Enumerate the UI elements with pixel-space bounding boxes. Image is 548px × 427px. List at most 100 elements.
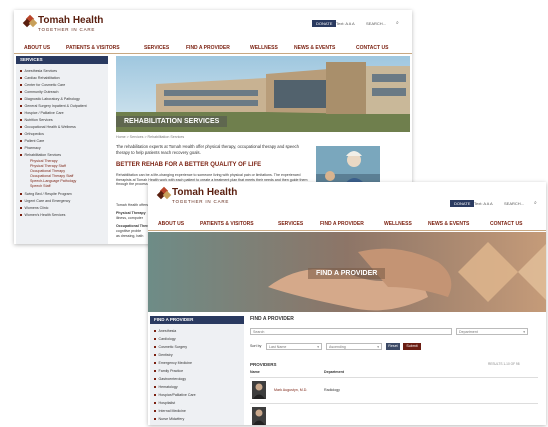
- header: Tomah Health TOGETHER IN CARE DONATE Tex…: [14, 10, 412, 42]
- search-input[interactable]: SEARCH...: [504, 201, 524, 206]
- hero-building-photo: REHABILITATION SERVICES: [116, 56, 410, 132]
- sidebar-item[interactable]: Cardiac Rehabilitation: [20, 76, 60, 80]
- sidebar-item[interactable]: Urgent Care and Emergency: [20, 199, 70, 203]
- provider-name[interactable]: Mark Augustyn, M.D.: [274, 388, 307, 394]
- hero-title: FIND A PROVIDER: [308, 268, 386, 279]
- provider-sidebar: FIND A PROVIDER Anesthesia Cardiology Co…: [150, 316, 244, 425]
- sidebar-item[interactable]: Gastroenterology: [154, 377, 186, 381]
- sidebar-subitem[interactable]: Speech Staff: [30, 184, 51, 188]
- sidebar-item[interactable]: Cardiology: [154, 337, 176, 341]
- column-header-department: Department: [324, 370, 344, 374]
- sidebar-item[interactable]: Pharmacy: [20, 146, 41, 150]
- donate-button[interactable]: DONATE: [450, 200, 475, 207]
- intro-text: The rehabilitation experts at Tomah Heal…: [116, 144, 299, 155]
- department-select[interactable]: Department ▾: [456, 328, 528, 335]
- nav-contact-us[interactable]: CONTACT US: [490, 221, 522, 227]
- sidebar-item[interactable]: Community Outreach: [20, 90, 58, 94]
- sidebar-item[interactable]: Hospitalist: [154, 401, 175, 405]
- find-provider-screenshot: Tomah Health TOGETHER IN CARE DONATE Tex…: [148, 182, 546, 425]
- sidebar-item[interactable]: Emergency Medicine: [154, 361, 192, 365]
- nav-find-a-provider[interactable]: FIND A PROVIDER: [320, 221, 364, 227]
- search-icon[interactable]: ⌕: [396, 20, 399, 26]
- hero-title: REHABILITATION SERVICES: [116, 116, 228, 127]
- logo-name: Tomah Health: [38, 15, 104, 26]
- search-icon[interactable]: ⌕: [534, 200, 537, 206]
- sidebar-item[interactable]: Anesthesia Services: [20, 69, 57, 73]
- providers-heading: PROVIDERS: [250, 362, 277, 367]
- sort-by-label: Sort by: [250, 344, 262, 348]
- sidebar-item[interactable]: Orthopedics: [20, 132, 44, 136]
- chevron-down-icon: ▾: [377, 345, 379, 349]
- nav-wellness[interactable]: WELLNESS: [384, 221, 412, 227]
- sidebar-item[interactable]: Swing Bed / Respite Program: [20, 192, 72, 196]
- logo-tagline: TOGETHER IN CARE: [172, 199, 230, 204]
- results-count: RESULTS 1-10 OF 98: [488, 362, 520, 366]
- sidebar-item[interactable]: Pallent Care: [20, 139, 44, 143]
- donate-button[interactable]: DONATE: [312, 20, 337, 27]
- submit-button[interactable]: Submit: [403, 343, 421, 350]
- sidebar-item[interactable]: Nurse Midwifery: [154, 417, 184, 421]
- logo-name: Tomah Health: [172, 187, 238, 198]
- table-divider: [250, 377, 538, 378]
- nav-news-events[interactable]: NEWS & EVENTS: [294, 45, 335, 51]
- sidebar-item[interactable]: Women's Health Services: [20, 213, 65, 217]
- sidebar-item[interactable]: Cosmetic Surgery: [154, 345, 187, 349]
- logo-diamonds-icon: [156, 186, 172, 200]
- sidebar-item[interactable]: General Surgery Inpatient & Outpatient: [20, 104, 87, 108]
- nav-services[interactable]: SERVICES: [278, 221, 303, 227]
- sidebar-item[interactable]: Internal Medicine: [154, 409, 186, 413]
- chevron-down-icon: ▾: [523, 330, 525, 334]
- nav-about-us[interactable]: ABOUT US: [158, 221, 184, 227]
- nav-divider: [148, 230, 546, 231]
- sort-order-select[interactable]: Ascending ▾: [326, 343, 382, 350]
- sidebar-subitem[interactable]: Speech-Language Pathology: [30, 179, 76, 183]
- sidebar-item[interactable]: Hematology: [154, 385, 178, 389]
- section-heading: BETTER REHAB FOR A BETTER QUALITY OF LIF…: [116, 162, 262, 168]
- sidebar-subitem[interactable]: Occupational Therapy Staff: [30, 174, 73, 178]
- logo-diamonds-icon: [22, 14, 38, 28]
- sidebar-item[interactable]: Anesthesia: [154, 329, 176, 333]
- column-header-name: Name: [250, 370, 260, 374]
- sidebar-subitem[interactable]: Physical Therapy Staff: [30, 164, 66, 168]
- header: Tomah Health TOGETHER IN CARE DONATE Tex…: [148, 182, 546, 214]
- section-title: FIND A PROVIDER: [250, 316, 294, 322]
- nav-patients-visitors[interactable]: PATIENTS & VISITORS: [200, 221, 254, 227]
- sidebar-item[interactable]: Family Practice: [154, 369, 183, 373]
- sidebar-item[interactable]: Diagnostic Laboratory & Pathology: [20, 97, 80, 101]
- nav-contact-us[interactable]: CONTACT US: [356, 45, 388, 51]
- provider-search-input[interactable]: Search: [250, 328, 452, 335]
- provider-department: Radiology: [324, 388, 340, 392]
- sidebar-item[interactable]: Center for Cosmetic Care: [20, 83, 65, 87]
- nav-divider: [14, 53, 412, 54]
- text-line: illness, computer: [116, 216, 143, 220]
- sort-field-select[interactable]: Last Name ▾: [266, 343, 322, 350]
- sidebar-item[interactable]: Dentistry: [154, 353, 173, 357]
- search-input[interactable]: SEARCH...: [366, 21, 386, 26]
- avatar: [252, 381, 266, 399]
- text-line: as dressing, bath: [116, 234, 144, 238]
- sidebar-item-rehabilitation[interactable]: Rehabilitation Services: [20, 153, 61, 157]
- avatar: [252, 407, 266, 425]
- text-size-control[interactable]: Text: A A A: [336, 21, 355, 26]
- sidebar-subitem[interactable]: Physical Therapy: [30, 159, 58, 163]
- reset-button[interactable]: Reset: [386, 343, 400, 350]
- sidebar-subitem[interactable]: Occupational Therapy: [30, 169, 65, 173]
- text-size-control[interactable]: Text: A A A: [474, 201, 493, 206]
- logo-tagline: TOGETHER IN CARE: [38, 27, 96, 32]
- services-sidebar: SERVICES Anesthesia Services Cardiac Reh…: [16, 56, 108, 244]
- sidebar-item[interactable]: Hospice / Palliative Care: [20, 111, 64, 115]
- main-nav: ABOUT US PATIENTS & VISITORS SERVICES FI…: [14, 42, 412, 53]
- nav-services[interactable]: SERVICES: [144, 45, 169, 51]
- nav-find-a-provider[interactable]: FIND A PROVIDER: [186, 45, 230, 51]
- nav-patients-visitors[interactable]: PATIENTS & VISITORS: [66, 45, 120, 51]
- nav-news-events[interactable]: NEWS & EVENTS: [428, 221, 469, 227]
- breadcrumb[interactable]: Home > Services > Rehabilitation Service…: [116, 135, 184, 141]
- hero-hands-photo: FIND A PROVIDER: [148, 232, 546, 312]
- nav-wellness[interactable]: WELLNESS: [250, 45, 278, 51]
- sidebar-item[interactable]: Hospice/Palliative Care: [154, 393, 196, 397]
- sidebar-title: SERVICES: [16, 56, 108, 64]
- sidebar-item[interactable]: Womens Clinic: [20, 206, 48, 210]
- sidebar-item[interactable]: Nutrition Services: [20, 118, 53, 122]
- nav-about-us[interactable]: ABOUT US: [24, 45, 50, 51]
- sidebar-item[interactable]: Occupational Health & Wellness: [20, 125, 76, 129]
